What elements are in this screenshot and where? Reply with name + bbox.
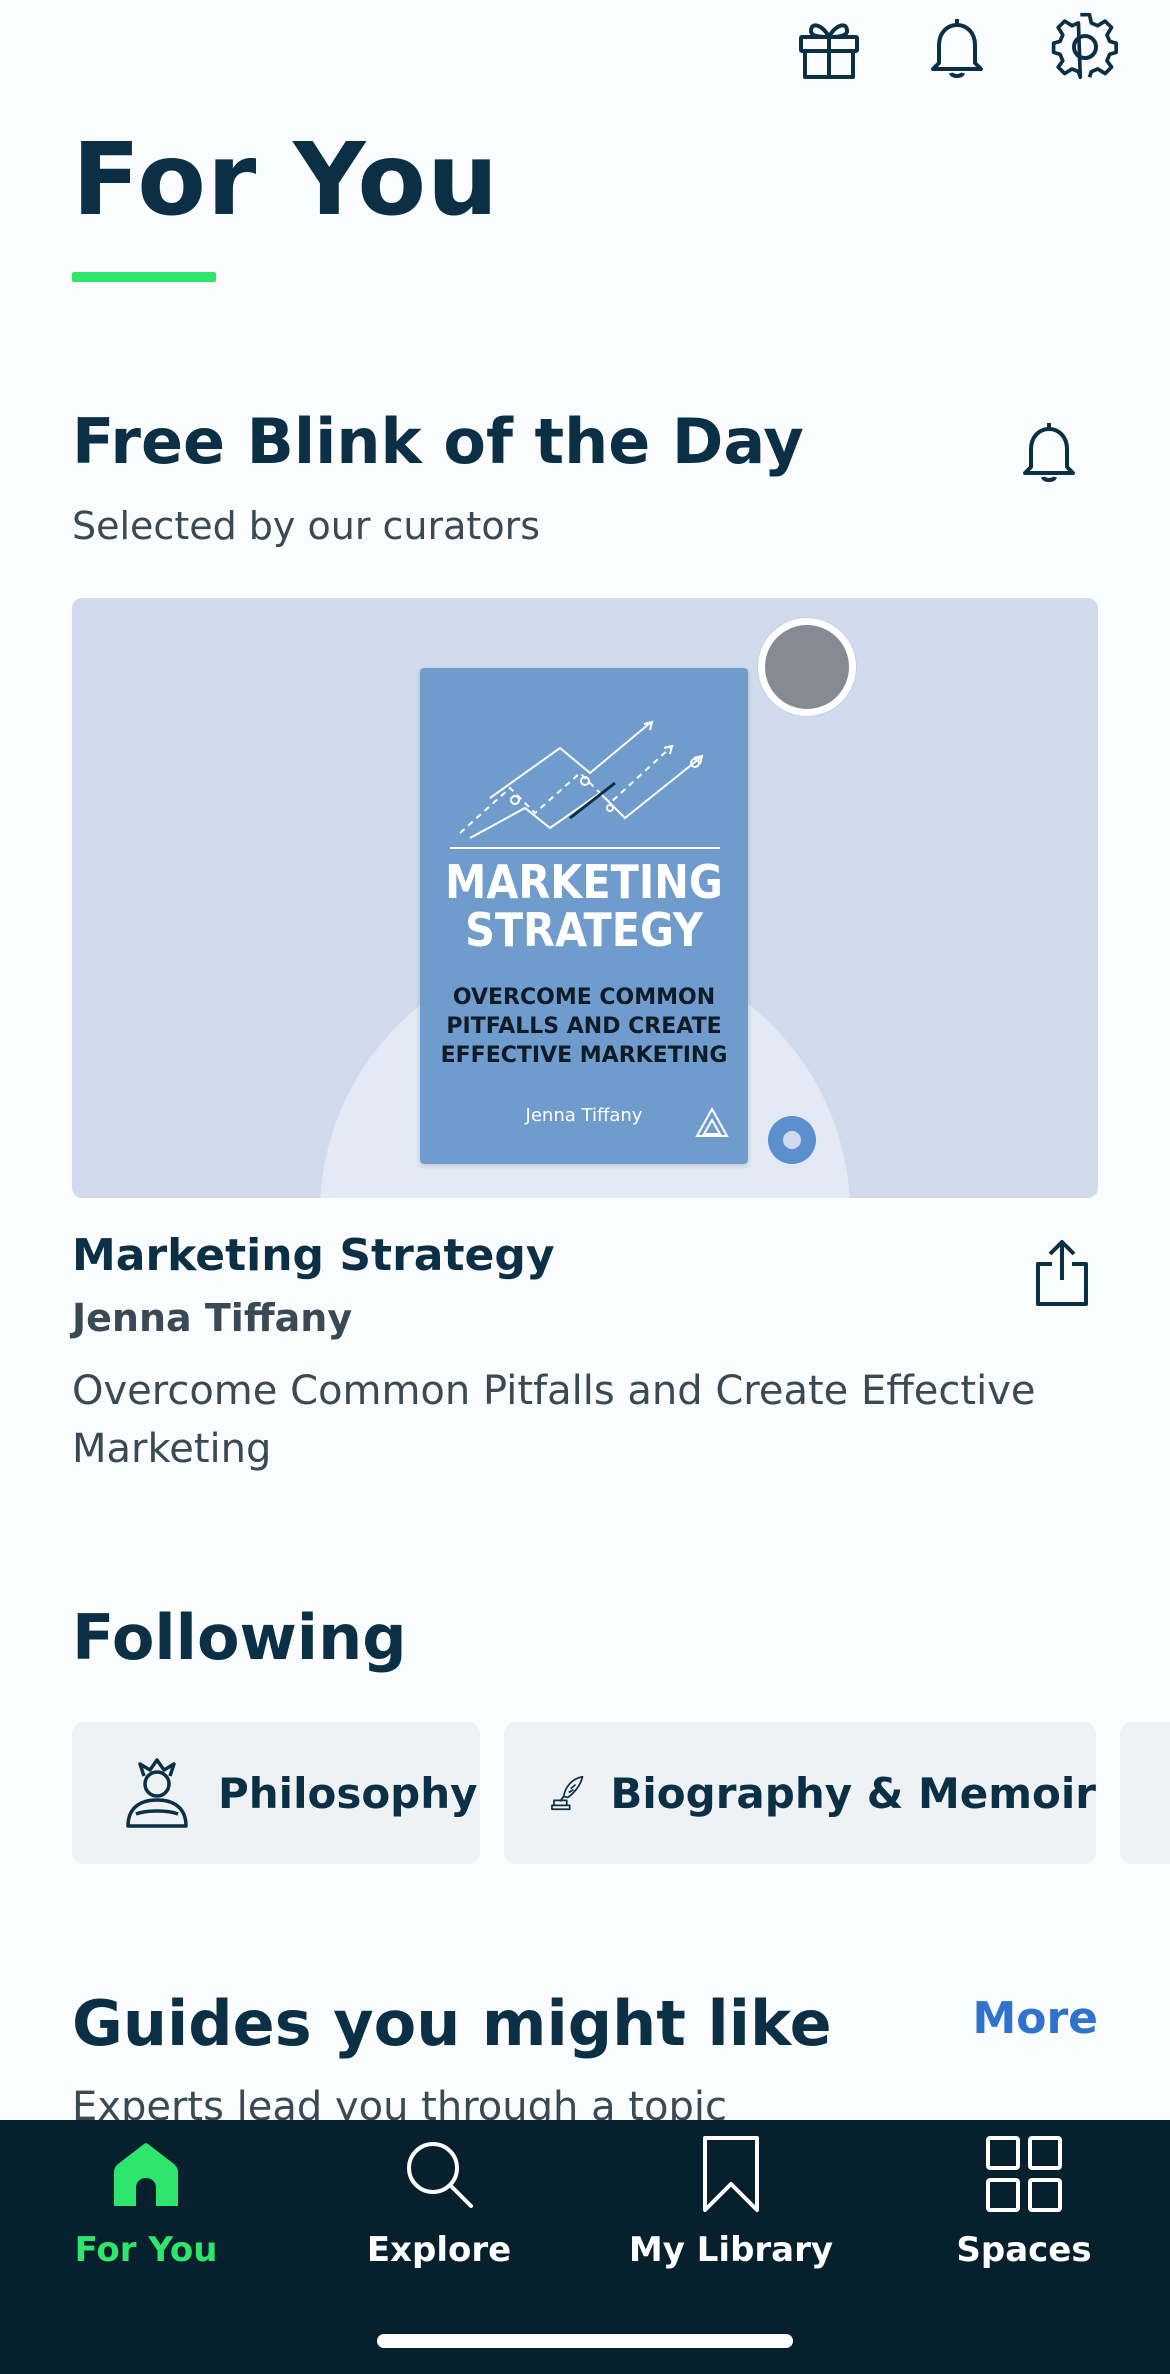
following-title: Following xyxy=(72,1601,407,1674)
chip-label: Biography & Memoir xyxy=(610,1768,1096,1818)
chip-biography-memoir[interactable]: Biography & Memoir xyxy=(504,1722,1096,1864)
blink-of-day-subtitle: Selected by our curators xyxy=(72,504,540,548)
book-description: Overcome Common Pitfalls and Create Effe… xyxy=(72,1368,1036,1472)
blink-of-day-title: Free Blink of the Day xyxy=(72,405,804,478)
book-cover[interactable]: MARKETING STRATEGY OVERCOME COMMON PITFA… xyxy=(420,668,748,1164)
philosophy-icon xyxy=(126,1758,188,1828)
share-icon[interactable] xyxy=(1020,1230,1104,1314)
home-icon xyxy=(114,2143,178,2206)
blinkist-logo-icon xyxy=(768,1116,816,1164)
book-author: Jenna Tiffany xyxy=(72,1296,353,1340)
guides-title: Guides you might like xyxy=(72,1987,832,2060)
tab-spaces[interactable]: Spaces xyxy=(904,2132,1144,2272)
page-title: For You xyxy=(72,121,500,238)
avatar xyxy=(758,618,856,716)
cover-subtitle: OVERCOME COMMON PITFALLS AND CREATE EFFE… xyxy=(440,985,728,1068)
tab-label: Explore xyxy=(366,2230,512,2270)
more-link[interactable]: More xyxy=(972,1990,1098,2048)
tab-label: My Library xyxy=(628,2230,834,2270)
search-icon xyxy=(407,2142,473,2208)
tab-for-you[interactable]: For You xyxy=(26,2132,266,2272)
bookmark-icon xyxy=(703,2136,759,2212)
gear-icon[interactable] xyxy=(1046,8,1124,86)
tab-explore[interactable]: Explore xyxy=(319,2132,559,2272)
chart-illustration xyxy=(450,720,720,849)
tab-label: Spaces xyxy=(956,2230,1092,2270)
chip-philosophy[interactable]: Philosophy xyxy=(72,1722,480,1864)
home-indicator xyxy=(377,2334,793,2348)
gift-icon[interactable] xyxy=(790,8,868,86)
tab-label: For You xyxy=(74,2230,218,2270)
book-title[interactable]: Marketing Strategy xyxy=(72,1228,555,1284)
featured-book-card[interactable]: MARKETING STRATEGY OVERCOME COMMON PITFA… xyxy=(72,598,1098,1198)
quill-icon xyxy=(551,1775,584,1811)
publisher-logo xyxy=(695,1106,729,1137)
tab-my-library[interactable]: My Library xyxy=(611,2132,851,2272)
chip-label: Philosophy xyxy=(218,1768,478,1818)
bell-icon[interactable] xyxy=(918,8,996,86)
grid-icon xyxy=(986,2136,1062,2212)
cover-title: MARKETING STRATEGY xyxy=(445,855,723,957)
bell-icon[interactable] xyxy=(1010,412,1088,490)
chip-partial[interactable] xyxy=(1120,1722,1170,1864)
title-underline xyxy=(72,272,216,282)
